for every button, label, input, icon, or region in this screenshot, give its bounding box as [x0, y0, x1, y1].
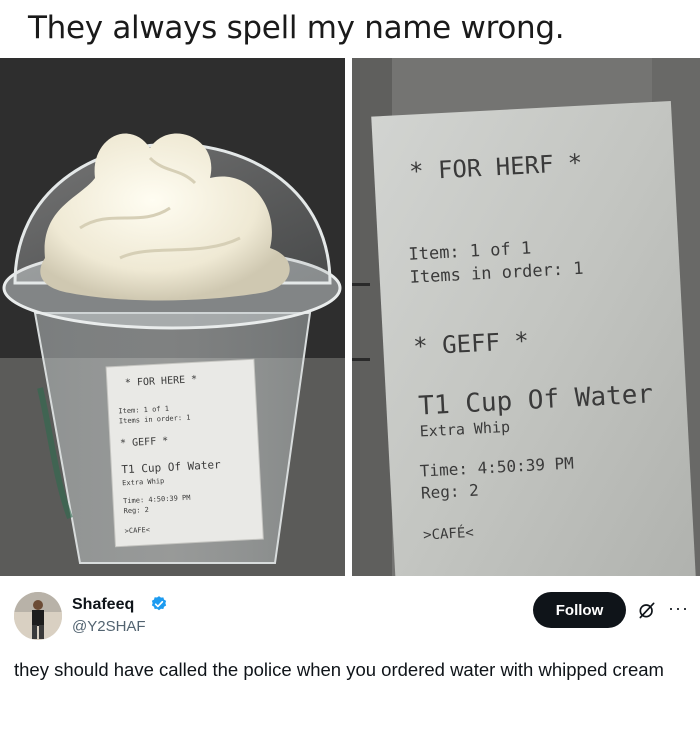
user-handle[interactable]: @Y2SHAF [72, 618, 146, 635]
left-receipt-footer: >CAFE< [124, 526, 150, 535]
meme-caption: They always spell my name wrong. [0, 0, 700, 58]
cup-photo: * FOR HERE * Item: 1 of 1 Items in order… [0, 58, 345, 576]
right-receipt-reg: Reg: 2 [420, 481, 479, 503]
verified-badge-icon [151, 596, 167, 611]
photo-divider [345, 58, 352, 576]
right-receipt-footer: >CAFÉ< [423, 524, 474, 544]
avatar[interactable] [14, 592, 62, 640]
display-name[interactable]: Shafeeq [72, 596, 134, 614]
tweet-card: Shafeeq @Y2SHAF Follow ··· they should h… [0, 576, 700, 750]
grok-icon[interactable] [637, 600, 657, 620]
left-receipt-reg: Reg: 2 [123, 506, 149, 515]
tweet-text: they should have called the police when … [14, 659, 664, 680]
follow-button[interactable]: Follow [533, 592, 626, 628]
meme-caption-text: They always spell my name wrong. [28, 10, 565, 46]
receipt-closeup-photo: * FOR HERF * Item: 1 of 1 Items in order… [352, 58, 700, 576]
more-options-icon[interactable]: ··· [668, 598, 690, 618]
